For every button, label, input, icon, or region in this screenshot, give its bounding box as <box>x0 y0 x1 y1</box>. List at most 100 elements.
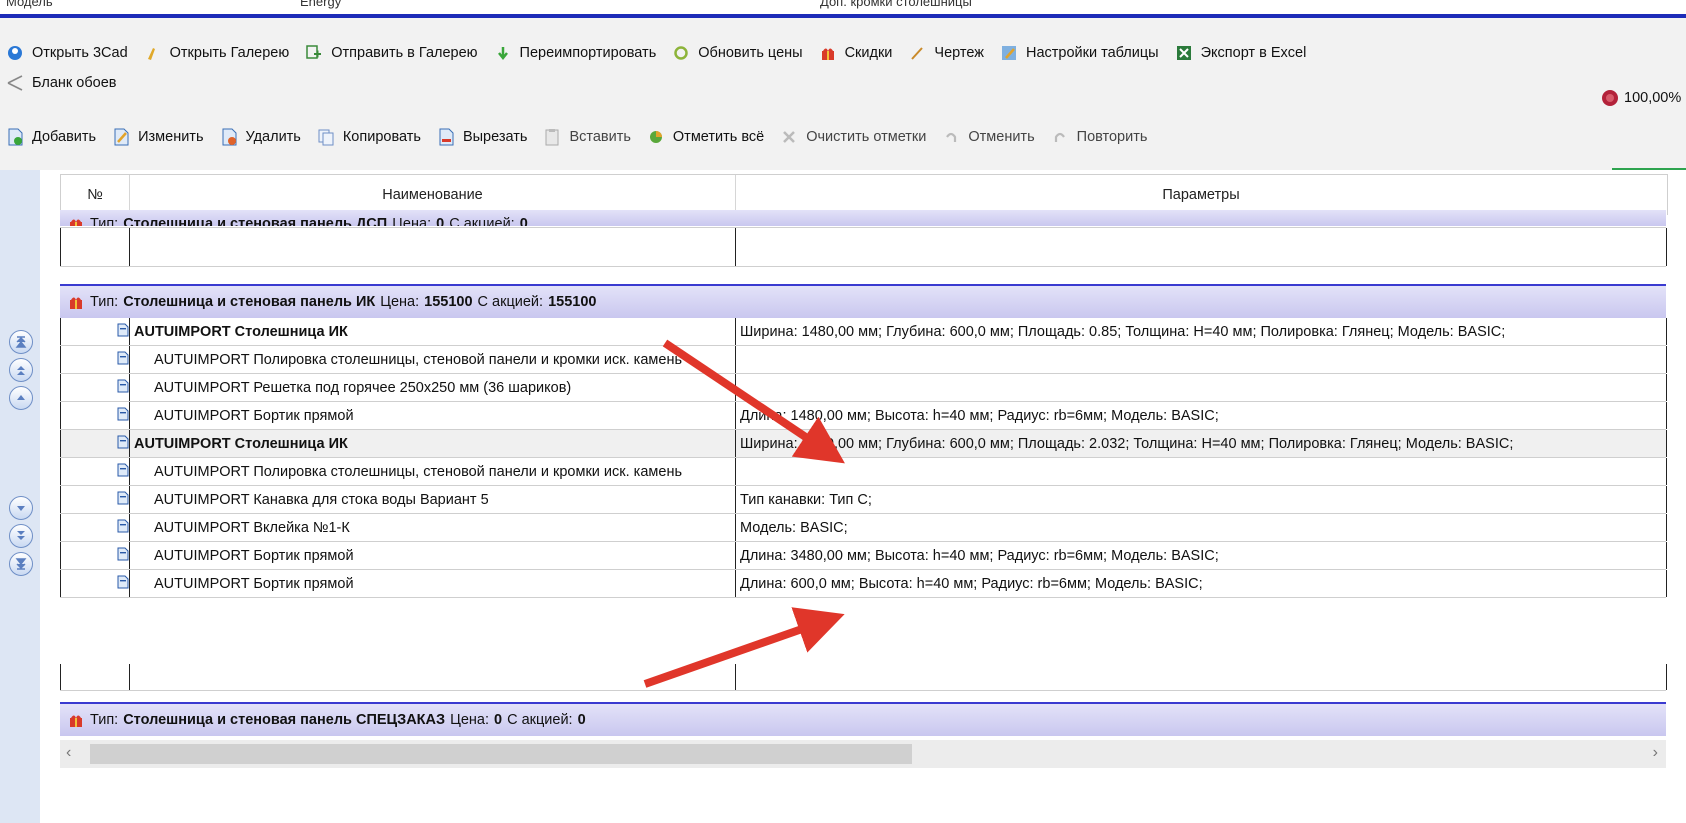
wallpaper-form-icon <box>6 74 24 92</box>
gallery-send-icon <box>305 44 323 62</box>
edit-button[interactable]: Изменить <box>112 128 204 146</box>
wallpaper-form-button[interactable]: Бланк обоев <box>6 74 116 92</box>
table-row[interactable]: AUTUIMPORT Канавка для стока воды Вариан… <box>60 486 1667 514</box>
cell-name <box>129 228 735 266</box>
cut-button[interactable]: Вырезать <box>437 128 527 146</box>
cell-number <box>60 458 129 485</box>
zoom-indicator[interactable]: 100,00% <box>1600 88 1681 108</box>
table-row[interactable]: AUTUIMPORT Бортик прямой Длина: 3480,00 м… <box>60 542 1667 570</box>
wallpaper-form-label: Бланк обоев <box>32 75 117 91</box>
table-row[interactable]: AUTUIMPORT Вклейка №1-К Модель: BASIC; <box>60 514 1667 542</box>
table-row[interactable]: AUTUIMPORT Полировка столешницы, стеново… <box>60 346 1667 374</box>
table-row[interactable]: AUTUIMPORT Бортик прямой Длина: 600,0 мм;… <box>60 570 1667 598</box>
add-icon <box>6 128 24 146</box>
add-button[interactable]: Добавить <box>6 128 96 146</box>
scroll-right-icon[interactable]: › <box>1653 744 1658 762</box>
discounts-button[interactable]: Скидки <box>819 44 892 62</box>
clear-marks-button[interactable]: Очистить отметки <box>780 128 926 146</box>
open-gallery-button[interactable]: Открыть Галерею <box>144 44 290 62</box>
table-row[interactable]: AUTUIMPORT Бортик прямой Длина: 1480,00 м… <box>60 402 1667 430</box>
header-number[interactable]: № <box>61 175 129 215</box>
export-excel-label: Экспорт в Excel <box>1200 45 1307 61</box>
update-prices-button[interactable]: Обновить цены <box>672 44 803 62</box>
document-icon <box>117 323 129 341</box>
cell-params: Тип канавки: Тип С; <box>735 486 1667 513</box>
nav-last-button[interactable] <box>9 552 33 576</box>
toolbar-row-1: Открыть 3Cad Открыть Галерею Отправить в… <box>6 38 1322 68</box>
grid-header: № Наименование Параметры <box>60 174 1668 215</box>
table-row-empty[interactable] <box>60 664 1667 691</box>
cell-number <box>60 430 129 457</box>
send-to-gallery-label: Отправить в Галерею <box>331 45 478 61</box>
cell-params: Длина: 600,0 мм; Высота: h=40 мм; Радиус… <box>735 570 1667 597</box>
check-all-button[interactable]: Отметить всё <box>647 128 764 146</box>
chevron-down-icon <box>17 506 25 511</box>
nav-first-icon <box>15 336 27 348</box>
item-params: Модель: BASIC; <box>740 519 848 536</box>
item-name: AUTUIMPORT Вклейка №1-К <box>154 519 350 536</box>
cell-params <box>735 228 1667 266</box>
group-row-ik[interactable]: Тип: Столешница и стеновая панель ИК Цен… <box>60 284 1666 318</box>
drawing-button[interactable]: Чертеж <box>908 44 984 62</box>
delete-icon <box>220 128 238 146</box>
redo-button[interactable]: Повторить <box>1051 128 1147 146</box>
group-price: 0 <box>436 216 445 226</box>
cell-number <box>60 486 129 513</box>
chevron-up-icon <box>17 395 25 400</box>
open-3cad-button[interactable]: Открыть 3Cad <box>6 44 128 62</box>
send-to-gallery-button[interactable]: Отправить в Галерею <box>305 44 478 62</box>
item-name: AUTUIMPORT Бортик прямой <box>154 407 354 424</box>
undo-button[interactable]: Отменить <box>942 128 1035 146</box>
document-icon <box>117 575 129 593</box>
group-type-name: Столешница и стеновая панель ИК <box>123 294 376 310</box>
table-settings-button[interactable]: Настройки таблицы <box>1000 44 1159 62</box>
reimport-button[interactable]: Переимпортировать <box>494 44 656 62</box>
group-type-label: Тип: <box>90 712 119 728</box>
item-name: AUTUIMPORT Столешница ИК <box>134 435 348 452</box>
table-row-empty[interactable] <box>60 227 1667 267</box>
open-gallery-label: Открыть Галерею <box>169 45 290 61</box>
cell-name: AUTUIMPORT Канавка для стока воды Вариан… <box>129 486 735 513</box>
nav-first-button[interactable] <box>9 330 33 354</box>
header-params[interactable]: Параметры <box>736 175 1666 215</box>
copy-button[interactable]: Копировать <box>317 128 421 146</box>
cell-number <box>60 346 129 373</box>
export-excel-button[interactable]: Экспорт в Excel <box>1175 44 1307 62</box>
copy-label: Копировать <box>342 129 421 145</box>
nav-page-down-button[interactable] <box>9 524 33 548</box>
cell-number <box>60 318 129 345</box>
group-row-special[interactable]: Тип: Столешница и стеновая панель СПЕЦЗА… <box>60 702 1666 736</box>
double-chevron-up-icon <box>17 366 25 375</box>
scroll-thumb[interactable] <box>90 744 912 764</box>
paste-icon <box>543 128 561 146</box>
table-row[interactable]: AUTUIMPORT Столешница ИК Ширина: 3450,00 … <box>60 430 1667 458</box>
scroll-left-icon[interactable]: ‹ <box>66 744 71 762</box>
toolbar-row-3: Добавить Изменить Удалить Копировать Выр… <box>6 122 1163 152</box>
group-row-dsp[interactable]: Тип: Столешница и стеновая панель ДСП Це… <box>60 210 1666 226</box>
table-row[interactable]: AUTUIMPORT Полировка столешницы, стеново… <box>60 458 1667 486</box>
nav-prev-button[interactable] <box>9 386 33 410</box>
header-name[interactable]: Наименование <box>130 175 735 215</box>
add-label: Добавить <box>32 129 97 145</box>
nav-next-button[interactable] <box>9 496 33 520</box>
document-icon <box>117 435 129 453</box>
delete-button[interactable]: Удалить <box>220 128 301 146</box>
cell-number <box>60 228 129 266</box>
cell-number <box>60 514 129 541</box>
top-strip-energy: Energy <box>300 0 342 9</box>
horizontal-scrollbar[interactable]: ‹ › <box>60 740 1666 768</box>
cell-params: Ширина: 3450,00 мм; Глубина: 600,0 мм; П… <box>735 430 1667 457</box>
cell-name: AUTUIMPORT Бортик прямой <box>129 542 735 569</box>
group-price-label: Цена: <box>392 216 432 226</box>
gallery-open-icon <box>144 44 162 62</box>
item-name: AUTUIMPORT Бортик прямой <box>154 547 354 564</box>
cell-number <box>60 542 129 569</box>
table-row[interactable]: AUTUIMPORT Решетка под горячее 250х250 м… <box>60 374 1667 402</box>
item-name: AUTUIMPORT Бортик прямой <box>154 575 354 592</box>
cell-params: Длина: 1480,00 мм; Высота: h=40 мм; Ради… <box>735 402 1667 429</box>
nav-page-up-button[interactable] <box>9 358 33 382</box>
group-type-name: Столешница и стеновая панель ДСП <box>123 216 388 226</box>
table-row[interactable]: AUTUIMPORT Столешница ИК Ширина: 1480,00 … <box>60 318 1667 346</box>
paste-button[interactable]: Вставить <box>543 128 631 146</box>
cell-number <box>60 402 129 429</box>
